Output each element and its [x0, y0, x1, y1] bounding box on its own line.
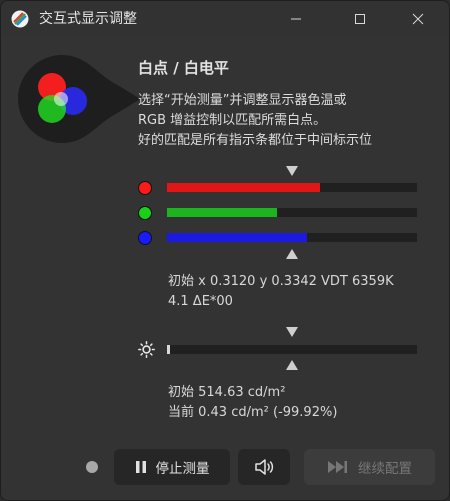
whitepoint-info: 初始 x 0.3120 y 0.3342 VDT 6359K 4.1 ΔE*00	[168, 272, 394, 312]
section-heading: 白点 / 白电平	[138, 59, 229, 77]
blue-bar-track	[167, 233, 417, 242]
whitepoint-info-line: 4.1 ΔE*00	[168, 294, 233, 309]
luminance-target-marker-top	[286, 327, 298, 337]
sound-toggle-button[interactable]	[238, 449, 290, 485]
instruction-line: RGB 增益控制以匹配所需白点。	[138, 113, 327, 128]
rgb-bar-row	[138, 181, 418, 195]
stop-measurement-label: 停止测量	[155, 461, 210, 477]
red-bar-fill	[167, 183, 320, 192]
instruction-line: 选择“开始测量”并调整显示器色温或	[138, 93, 347, 108]
rgb-bar-row	[138, 231, 418, 245]
maximize-button[interactable]	[337, 1, 383, 37]
blue-indicator-dot	[138, 231, 152, 245]
luminance-initial: 初始 514.63 cd/m²	[168, 385, 286, 400]
luminance-bar-track	[167, 345, 417, 354]
title-bar[interactable]: 交互式显示调整	[1, 1, 449, 37]
pause-icon	[135, 460, 147, 474]
target-marker-top	[286, 166, 298, 176]
luminance-target-marker-bottom	[286, 360, 298, 370]
instructions: 选择“开始测量”并调整显示器色温或 RGB 增益控制以匹配所需白点。 好的匹配是…	[138, 91, 372, 151]
green-indicator-dot	[138, 206, 152, 220]
green-bar-fill	[167, 208, 277, 217]
luminance-bar-fill	[167, 345, 170, 354]
red-indicator-dot	[138, 181, 152, 195]
maximize-icon	[355, 14, 365, 24]
blue-bar-fill	[167, 233, 307, 242]
app-logo-icon	[11, 10, 29, 28]
speaker-icon	[255, 459, 274, 475]
minimize-icon	[291, 18, 301, 20]
whitepoint-info-line: 初始 x 0.3120 y 0.3342 VDT 6359K	[168, 274, 394, 289]
rgb-bar-row	[138, 206, 418, 220]
close-icon	[412, 13, 424, 25]
app-window: 交互式显示调整 白点 / 白电平 选择“开始测量”并调整显示器色温或 RGB 增…	[0, 0, 450, 501]
luminance-current: 当前 0.43 cd/m² (-99.92%)	[168, 405, 338, 420]
window-title: 交互式显示调整	[39, 11, 137, 27]
red-bar-track	[167, 183, 417, 192]
continue-configuration-button[interactable]: 继续配置	[304, 449, 435, 485]
luminance-info: 初始 514.63 cd/m² 当前 0.43 cd/m² (-99.92%)	[168, 383, 337, 423]
close-button[interactable]	[395, 1, 441, 37]
green-bar-track	[167, 208, 417, 217]
status-indicator	[86, 461, 98, 473]
skip-forward-icon	[327, 460, 349, 474]
minimize-button[interactable]	[273, 1, 319, 37]
continue-configuration-label: 继续配置	[358, 461, 412, 477]
color-wheel-logo-icon	[18, 55, 140, 143]
instruction-line: 好的匹配是所有指示条都位于中间标示位	[138, 133, 373, 148]
stop-measurement-button[interactable]: 停止测量	[114, 449, 230, 485]
luminance-bar-row	[138, 343, 418, 357]
target-marker-bottom	[286, 249, 298, 259]
